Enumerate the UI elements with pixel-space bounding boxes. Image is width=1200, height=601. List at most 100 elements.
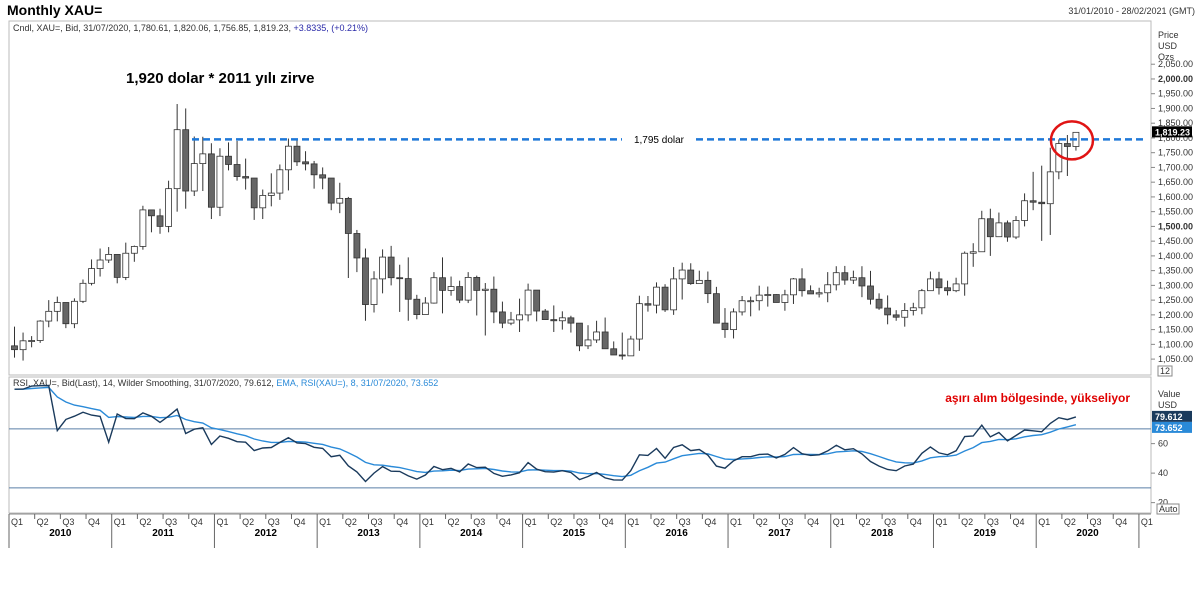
candle [824, 272, 832, 303]
candle [233, 140, 241, 181]
candle-body-down [841, 272, 849, 281]
auto-box[interactable]: Auto [1156, 503, 1180, 515]
x-quarter-label: Q3 [371, 517, 383, 527]
candle [156, 208, 164, 234]
x-quarter-label: Q3 [576, 517, 588, 527]
candle [165, 180, 172, 233]
x-quarter-label: Q2 [550, 517, 562, 527]
candle [935, 271, 943, 295]
ema-tag-text: 73.652 [1155, 423, 1183, 433]
candle-body-up [909, 307, 917, 311]
x-quarter-label: Q3 [679, 517, 691, 527]
candle [336, 182, 344, 214]
scale-box[interactable]: 12 [1157, 365, 1173, 377]
price-axis-title-1: Price [1158, 30, 1179, 40]
candle-body-down [319, 174, 327, 179]
date-range: 31/01/2010 - 28/02/2021 (GMT) [1068, 6, 1195, 16]
candle [122, 242, 130, 281]
candle-body-up [764, 294, 772, 296]
candle-body-up [969, 251, 977, 254]
x-quarter-label: Q3 [62, 517, 74, 527]
candle [404, 257, 412, 321]
candle-body-up [481, 288, 489, 291]
candle-body-down [576, 322, 583, 347]
candle [670, 267, 678, 315]
price-y-tick-label: 1,650.00 [1158, 177, 1193, 187]
candle [310, 160, 318, 189]
candle-body-down [242, 176, 250, 179]
candle [713, 286, 720, 324]
x-quarter-label: Q4 [704, 517, 716, 527]
candle-body-up [370, 278, 378, 305]
x-year-label: 2015 [563, 528, 586, 539]
candle-body-down [225, 155, 232, 165]
candle-body-up [918, 290, 926, 309]
candle-body-down [687, 269, 695, 285]
price-y-tick-label: 1,350.00 [1158, 266, 1193, 276]
candle-body-down [884, 307, 892, 316]
candle [867, 270, 874, 305]
x-quarter-label: Q4 [88, 517, 100, 527]
candle [327, 177, 335, 211]
candle-body-up [738, 300, 746, 313]
candle-body-down [327, 177, 335, 204]
x-quarter-label: Q4 [807, 517, 819, 527]
candle [71, 298, 78, 329]
x-year-label: 2020 [1076, 528, 1099, 539]
price-y-tick-label: 2,000.00 [1158, 74, 1193, 84]
candle-body-up [952, 283, 960, 292]
candle [524, 283, 532, 322]
price-y-tick-label: 1,200.00 [1158, 310, 1193, 320]
candle [798, 268, 806, 297]
candle-body-up [45, 310, 53, 322]
price-y-tick-label: 1,400.00 [1158, 251, 1193, 261]
candle [499, 301, 506, 329]
x-quarter-label: Q1 [11, 517, 23, 527]
candle-body-down [772, 294, 780, 303]
candle [618, 332, 626, 360]
candle-body-down [148, 209, 155, 217]
candle-body-up [755, 294, 763, 302]
rsi-y-tick-label: 60 [1158, 439, 1168, 449]
candle [1012, 216, 1020, 240]
candle [678, 262, 686, 300]
candle [978, 210, 986, 253]
candle-body-down [944, 287, 951, 292]
candle [858, 266, 866, 298]
candle-body-down [182, 129, 190, 192]
candle [1055, 139, 1063, 180]
price-y-tick-label: 1,750.00 [1158, 148, 1193, 158]
candle [19, 332, 27, 361]
x-quarter-label: Q2 [448, 517, 460, 527]
ema-line [14, 386, 1077, 478]
candle-body-up [901, 310, 909, 318]
rsi-legend-ema: EMA, RSI(XAU=), 8, 31/07/2020, 73.652 [276, 378, 438, 388]
candle-body-up [190, 163, 198, 192]
x-quarter-label: Q1 [935, 517, 947, 527]
candle [379, 249, 386, 294]
candle-body-up [635, 303, 643, 340]
candle [892, 310, 900, 321]
x-quarter-label: Q1 [216, 517, 228, 527]
candle-body-down [310, 163, 318, 176]
candle-body-down [387, 256, 395, 279]
price-y-tick-label: 2,050.00 [1158, 59, 1193, 69]
candle [781, 289, 789, 311]
candles [11, 104, 1080, 361]
candle-body-up [122, 252, 130, 278]
candle-body-up [259, 195, 267, 209]
ema-tag: 73.652 [1152, 421, 1192, 433]
price-y-tick-label: 1,450.00 [1158, 236, 1193, 246]
candle-body-down [550, 319, 558, 322]
candle [1021, 193, 1028, 227]
candle [815, 287, 823, 298]
panel-frames [8, 20, 1152, 515]
candle [918, 288, 926, 315]
price-y-tick-label: 1,100.00 [1158, 339, 1193, 349]
candle [225, 142, 232, 171]
candle-body-down [798, 278, 806, 292]
candle-body-up [199, 153, 207, 164]
x-quarter-label: Q4 [1115, 517, 1127, 527]
candle [45, 300, 53, 328]
candle-body-down [644, 303, 652, 306]
